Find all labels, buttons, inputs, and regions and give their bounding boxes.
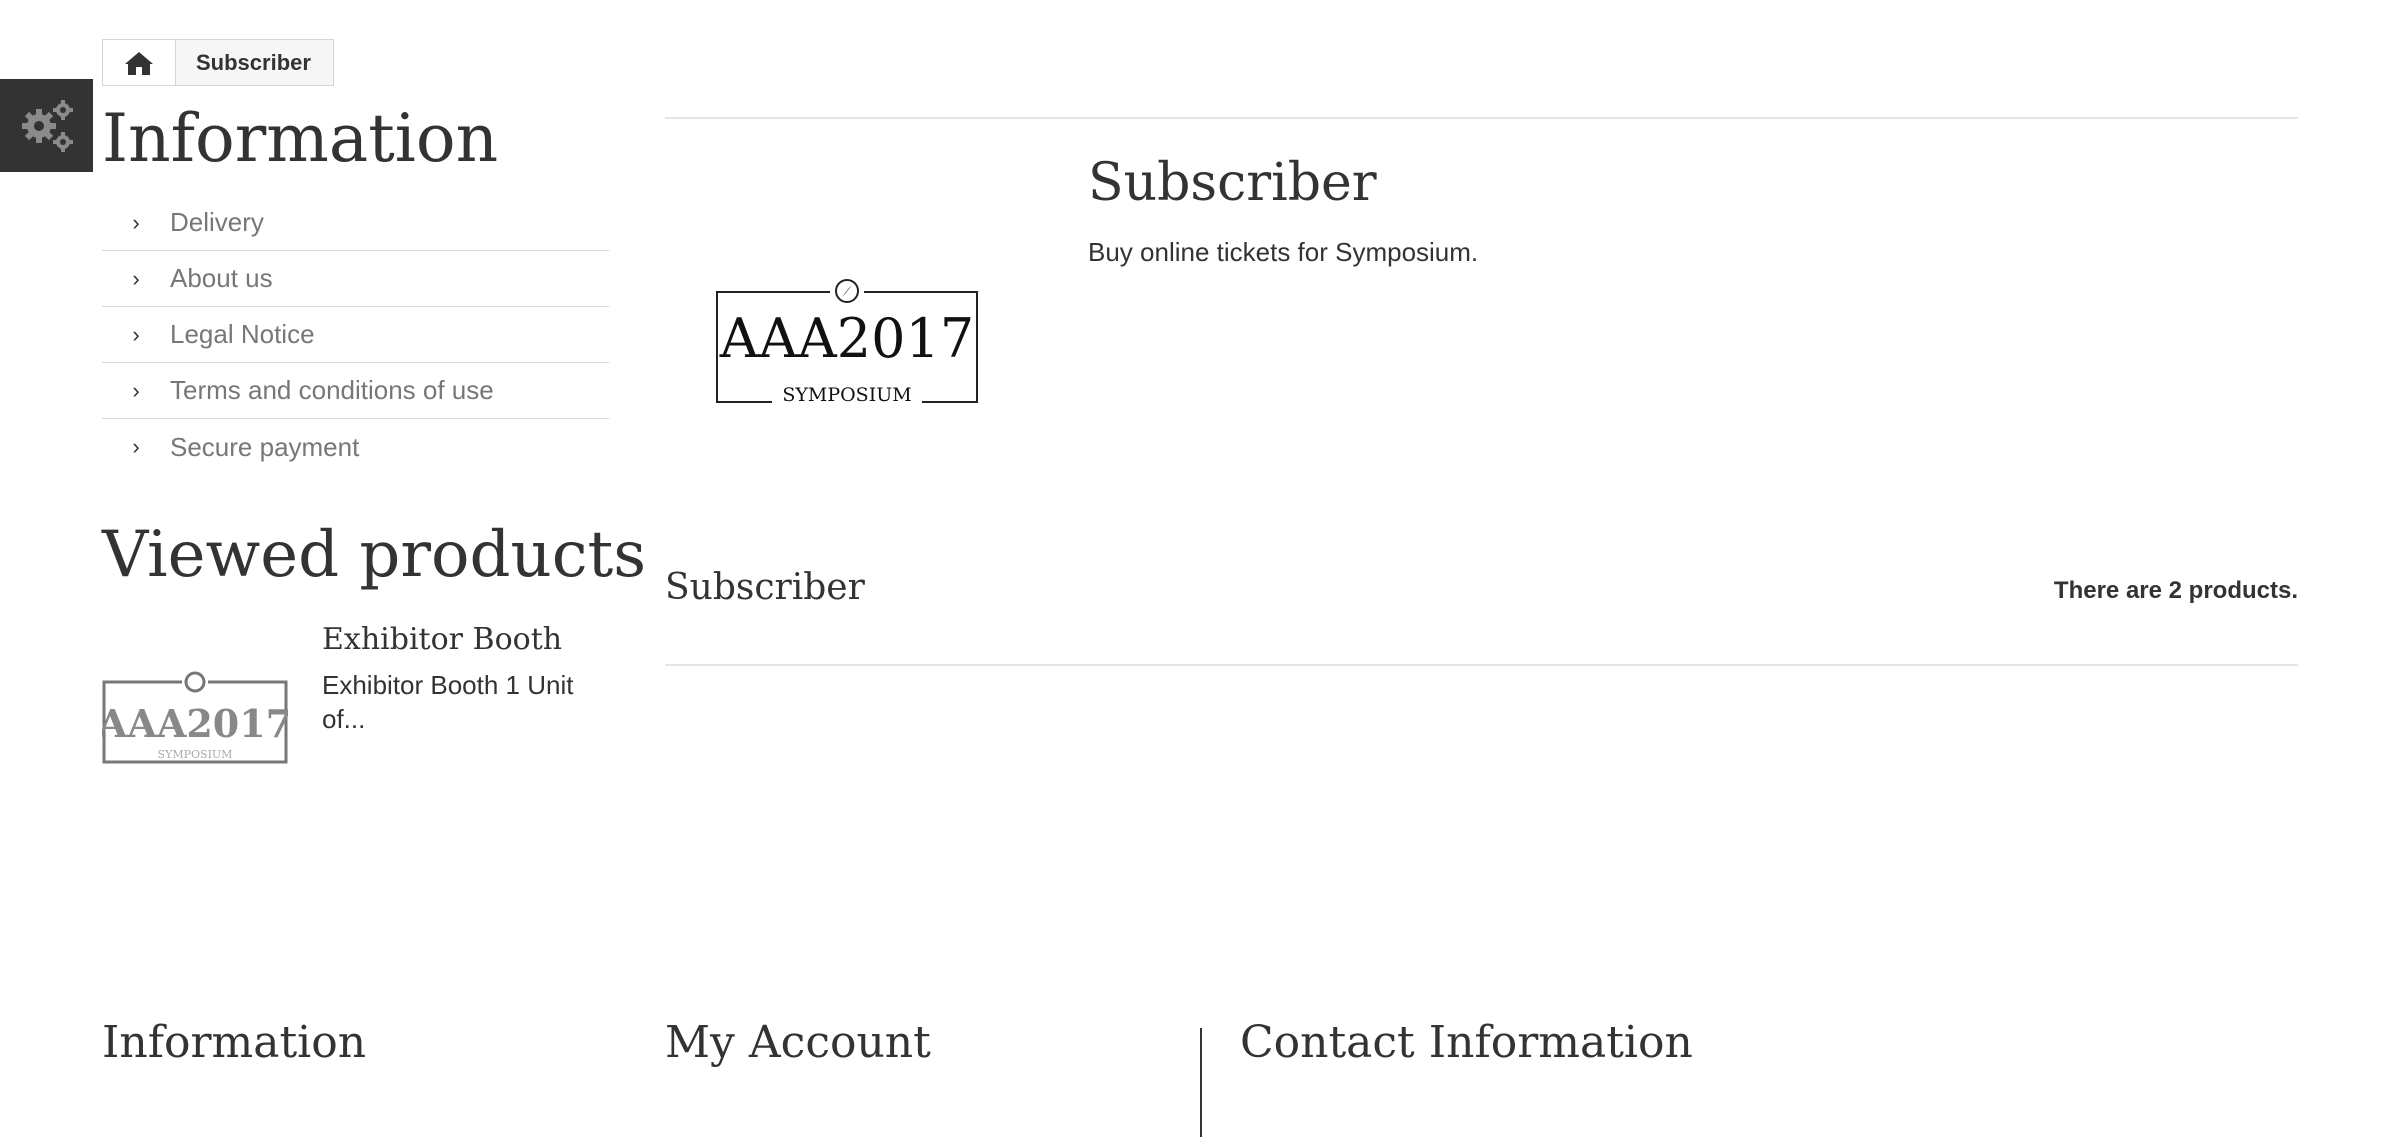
home-icon — [125, 51, 153, 75]
information-link-terms[interactable]: › Terms and conditions of use — [102, 363, 609, 419]
category-title: Subscriber — [1088, 153, 1377, 213]
information-link-legal-notice[interactable]: › Legal Notice — [102, 307, 609, 363]
information-link-label: About us — [170, 263, 273, 293]
chevron-right-icon: › — [132, 209, 140, 235]
divider — [665, 664, 2298, 666]
category-logo: AAA2017 SYMPOSIUM — [716, 278, 978, 408]
category-logo-text: AAA2017 — [719, 307, 974, 370]
footer-divider — [1200, 1028, 1202, 1137]
information-link-label: Delivery — [170, 207, 264, 237]
viewed-product-image[interactable]: AAA2017 SYMPOSIUM — [102, 662, 288, 768]
chevron-right-icon: › — [132, 434, 140, 459]
viewed-product-description: Exhibitor Booth 1 Unit of... — [322, 670, 574, 735]
information-link-secure-payment[interactable]: › Secure payment — [102, 419, 609, 475]
chevron-right-icon: › — [132, 377, 140, 403]
breadcrumb-home-link[interactable] — [103, 40, 176, 85]
divider — [665, 117, 2298, 119]
viewed-product-name[interactable]: Exhibitor Booth — [322, 622, 562, 657]
chevron-right-icon: › — [132, 321, 140, 347]
information-link-about-us[interactable]: › About us — [102, 251, 609, 307]
information-link-delivery[interactable]: › Delivery — [102, 195, 609, 251]
viewed-products-title: Viewed products — [102, 518, 647, 592]
category-description: Buy online tickets for Symposium. — [1088, 237, 1479, 267]
category-logo-subtext: SYMPOSIUM — [782, 384, 911, 406]
breadcrumb: Subscriber — [102, 39, 334, 86]
information-links: › Delivery › About us › Legal Notice › T… — [102, 195, 609, 475]
breadcrumb-current: Subscriber — [196, 49, 311, 75]
category-heading: Subscriber — [665, 567, 865, 608]
viewed-product-logo-subtext: SYMPOSIUM — [158, 748, 233, 761]
gears-icon — [21, 99, 73, 152]
information-link-label: Secure payment — [170, 431, 360, 462]
viewed-product-logo-text: AAA2017 — [102, 701, 288, 746]
footer-information-title: Information — [102, 1017, 367, 1068]
footer-contact-title: Contact Information — [1240, 1017, 1693, 1068]
information-link-label: Terms and conditions of use — [170, 375, 494, 405]
information-link-label: Legal Notice — [170, 319, 315, 349]
information-block-title: Information — [102, 100, 499, 177]
theme-config-toggle[interactable] — [0, 79, 93, 172]
product-count: There are 2 products. — [2053, 577, 2298, 604]
chevron-right-icon: › — [132, 265, 140, 291]
footer-my-account-title[interactable]: My Account — [665, 1018, 931, 1067]
